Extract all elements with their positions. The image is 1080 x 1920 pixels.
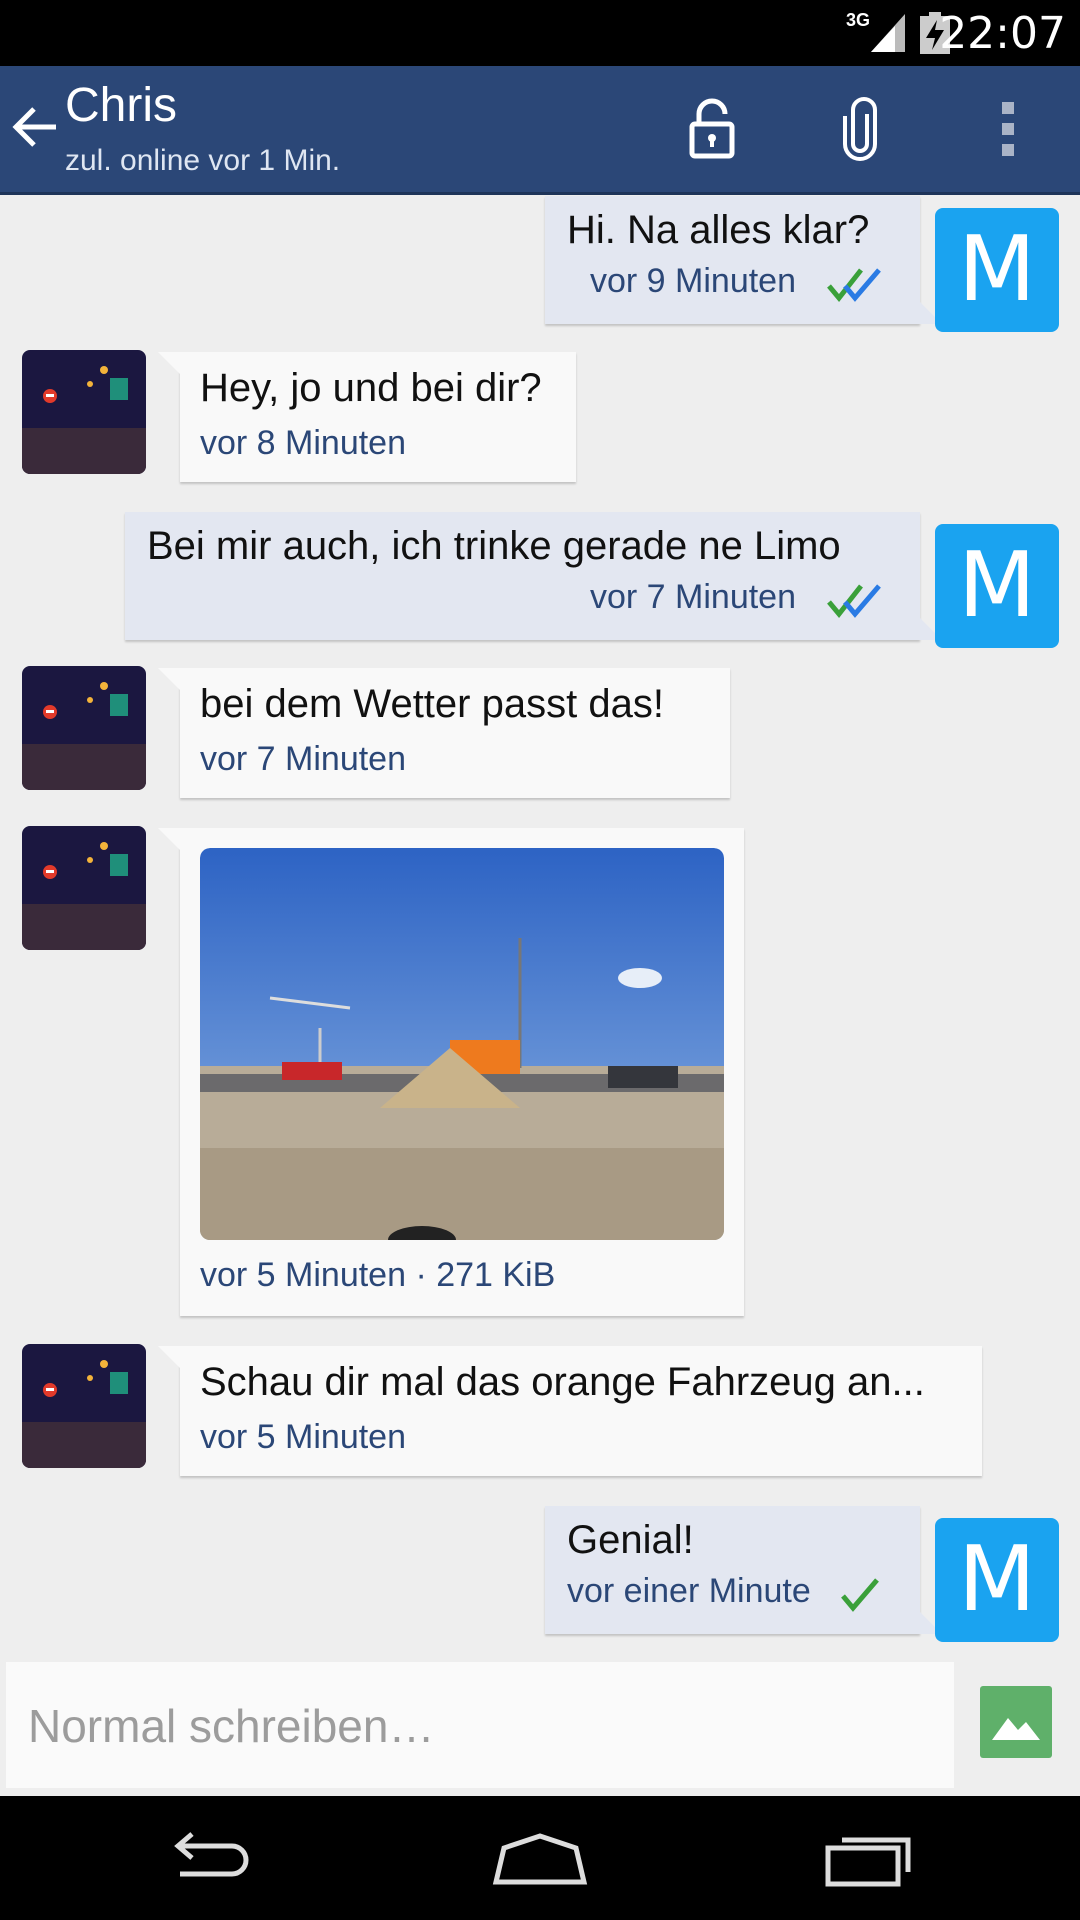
shared-photo[interactable] <box>200 848 724 1240</box>
message-bubble-incoming[interactable]: bei dem Wetter passt das! vor 7 Minuten <box>158 668 730 798</box>
network-type: 3G <box>845 10 870 30</box>
message-input[interactable] <box>26 1682 930 1770</box>
attach-paperclip-icon[interactable] <box>825 94 895 164</box>
clock: 22:07 <box>939 8 1066 59</box>
overflow-menu-icon[interactable] <box>972 94 1042 164</box>
status-bar: 3G 22:07 <box>0 0 1080 66</box>
message-time: vor einer Minute <box>567 1572 811 1610</box>
signal-icon <box>871 14 905 52</box>
message-time: vor 7 Minuten <box>590 578 796 616</box>
contact-avatar[interactable] <box>22 666 146 790</box>
message-time: vor 9 Minuten <box>590 262 796 300</box>
message-time: vor 8 Minuten <box>200 424 406 462</box>
gallery-image-icon[interactable] <box>980 1686 1052 1758</box>
contact-name[interactable]: Chris <box>65 78 177 133</box>
message-text: Hey, jo und bei dir? <box>200 366 542 410</box>
contact-avatar[interactable] <box>22 826 146 950</box>
contact-avatar[interactable] <box>22 1344 146 1468</box>
last-seen-status: zul. online vor 1 Min. <box>65 144 341 177</box>
lock-open-icon[interactable] <box>677 94 747 164</box>
image-caption: vor 5 Minuten · 271 KiB <box>200 1256 556 1294</box>
double-check-read-icon <box>827 584 881 618</box>
message-bubble-outgoing[interactable]: Hi. Na alles klar? vor 9 Minuten <box>545 196 942 324</box>
message-time: vor 7 Minuten <box>200 740 406 778</box>
contact-avatar[interactable] <box>22 350 146 474</box>
nav-recents-icon[interactable] <box>820 1826 920 1890</box>
message-text: bei dem Wetter passt das! <box>200 682 664 726</box>
message-text: Bei mir auch, ich trinke gerade ne Limo <box>147 524 841 568</box>
avatar[interactable]: M <box>935 524 1059 648</box>
message-bubble-incoming[interactable]: Hey, jo und bei dir? vor 8 Minuten <box>158 352 576 482</box>
message-text: Genial! <box>567 1518 694 1562</box>
message-time: vor 5 Minuten <box>200 1418 406 1456</box>
back-arrow-icon[interactable] <box>10 102 60 152</box>
message-bubble-outgoing[interactable]: Bei mir auch, ich trinke gerade ne Limo … <box>125 512 942 640</box>
nav-back-icon[interactable] <box>160 1826 260 1890</box>
system-navigation-bar <box>0 1796 1080 1920</box>
message-bubble-incoming[interactable]: Schau dir mal das orange Fahrzeug an... … <box>158 1346 982 1476</box>
message-bubble-image[interactable]: vor 5 Minuten · 271 KiB <box>158 828 744 1316</box>
message-text: Hi. Na alles klar? <box>567 208 870 252</box>
double-check-read-icon <box>827 268 881 302</box>
message-composer <box>6 1662 954 1788</box>
chat-app-bar: Chris zul. online vor 1 Min. <box>0 66 1080 195</box>
message-bubble-outgoing[interactable]: Genial! vor einer Minute <box>545 1506 942 1634</box>
avatar[interactable]: M <box>935 1518 1059 1642</box>
single-check-sent-icon <box>841 1578 879 1612</box>
message-text: Schau dir mal das orange Fahrzeug an... <box>200 1360 925 1404</box>
avatar[interactable]: M <box>935 208 1059 332</box>
nav-home-icon[interactable] <box>490 1826 590 1890</box>
